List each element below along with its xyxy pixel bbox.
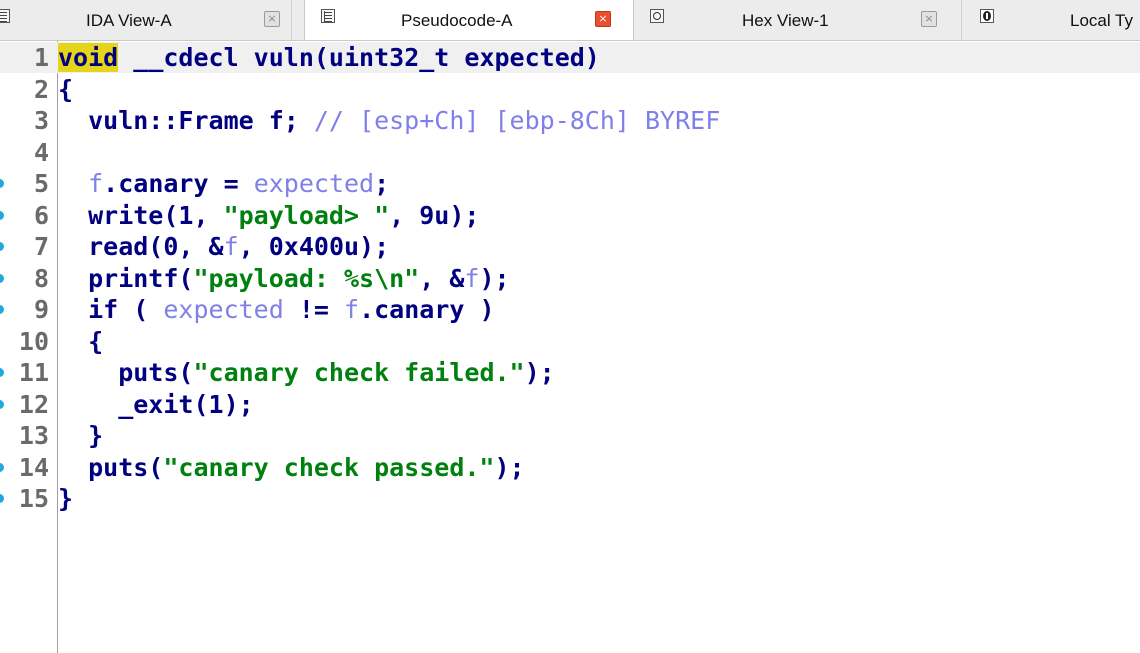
listing-icon — [0, 9, 10, 23]
code-token: read(0, & — [58, 232, 224, 261]
code-token: , 0x400u); — [238, 232, 390, 261]
close-icon[interactable]: × — [921, 11, 937, 27]
pseudocode-editor[interactable]: 1 void __cdecl vuln(uint32_t expected) 2{3… — [0, 41, 1140, 653]
code-text: puts("canary check passed."); — [58, 452, 525, 483]
code-token: ; — [374, 169, 390, 198]
code-text: f.canary = expected; — [58, 168, 389, 199]
code-token: puts( — [58, 358, 194, 387]
code-line[interactable]: 11 puts("canary check failed."); — [0, 357, 1140, 388]
code-line[interactable]: 14 puts("canary check passed."); — [0, 452, 1140, 483]
code-line[interactable]: 13 } — [0, 420, 1140, 451]
line-number: 10 — [18, 326, 49, 356]
code-text: } — [58, 420, 103, 451]
code-token: __cdecl vuln(uint32_t expected) — [118, 43, 600, 72]
tab-label: Hex View-1 — [742, 11, 829, 30]
listing-icon — [321, 9, 335, 23]
code-token: printf( — [58, 263, 194, 293]
line-number: 7 — [33, 232, 49, 261]
tab-ida-view-a[interactable]: IDA View-A × — [0, 0, 292, 40]
code-text: _exit(1); — [58, 389, 254, 420]
code-token: write(1, — [58, 200, 224, 230]
tab-hex-view-1[interactable]: Hex View-1 × — [634, 0, 962, 40]
code-text: read(0, &f, 0x400u); — [58, 231, 389, 262]
code-token: != — [283, 295, 344, 324]
string-literal: "canary check passed." — [163, 452, 495, 482]
code-line[interactable]: 4 — [0, 137, 1140, 168]
code-token: { — [58, 74, 74, 104]
code-token: { — [58, 326, 104, 356]
code-line[interactable]: 12 _exit(1); — [0, 389, 1140, 420]
code-token: , 9u); — [389, 200, 480, 230]
local-variable[interactable]: f — [224, 232, 239, 261]
local-variable[interactable]: f — [344, 295, 359, 324]
local-variable[interactable]: f — [464, 264, 479, 293]
local-variable[interactable]: expected — [163, 295, 283, 324]
line-number: 8 — [33, 263, 49, 293]
code-line[interactable]: 1 void __cdecl vuln(uint32_t expected) — [0, 42, 1140, 73]
tab-label: IDA View-A — [86, 11, 172, 30]
tab-local-types[interactable]: Local Ty — [962, 0, 1140, 40]
code-token: _exit(1); — [58, 389, 254, 419]
line-number: 15 — [18, 484, 49, 513]
tab-label: Pseudocode-A — [401, 11, 513, 30]
line-number: 13 — [18, 421, 49, 450]
code-text: } — [58, 483, 73, 514]
code-text: void __cdecl vuln(uint32_t expected) — [58, 42, 600, 73]
code-line[interactable]: 2{ — [0, 74, 1140, 105]
code-comment: // [esp+Ch] [ebp-8Ch] BYREF — [313, 106, 721, 135]
line-number: 1 — [33, 43, 49, 72]
code-line[interactable]: 5 f.canary = expected; — [0, 168, 1140, 199]
code-text: printf("payload: %s\n", &f); — [58, 263, 510, 294]
line-number: 14 — [18, 452, 49, 482]
code-line[interactable]: 3 vuln::Frame f; // [esp+Ch] [ebp-8Ch] B… — [0, 105, 1140, 136]
code-token: ); — [494, 452, 525, 482]
code-line[interactable]: 7 read(0, &f, 0x400u); — [0, 231, 1140, 262]
code-token: .canary ) — [359, 295, 495, 324]
local-variable[interactable]: expected — [254, 169, 374, 198]
code-text: if ( expected != f.canary ) — [58, 294, 495, 325]
code-text: { — [58, 74, 73, 105]
tab-label: Local Ty — [1070, 11, 1134, 30]
code-text: puts("canary check failed."); — [58, 357, 555, 388]
line-number: 9 — [33, 295, 49, 324]
code-line[interactable]: 8 printf("payload: %s\n", &f); — [0, 263, 1140, 294]
code-token: vuln::Frame f; — [58, 106, 314, 135]
string-literal: "canary check failed." — [193, 358, 525, 387]
string-literal: "payload: %s\n" — [193, 263, 420, 293]
hex-view-icon — [650, 9, 664, 23]
line-number: 3 — [33, 106, 49, 135]
line-number: 5 — [33, 169, 49, 198]
code-line[interactable]: 6 write(1, "payload> ", 9u); — [0, 200, 1140, 231]
code-text: { — [58, 326, 103, 357]
close-icon[interactable]: × — [595, 11, 611, 27]
code-token: ); — [524, 358, 555, 387]
tab-bar: IDA View-A × Pseudocode-A × Hex View-1 ×… — [0, 0, 1140, 41]
code-line[interactable]: 10 { — [0, 326, 1140, 357]
line-number: 11 — [18, 358, 49, 387]
local-variable[interactable]: f — [88, 169, 103, 198]
code-token: } — [58, 484, 74, 513]
code-token: .canary = — [103, 169, 254, 198]
code-line[interactable]: 15} — [0, 483, 1140, 514]
cursor-highlight: void — [58, 43, 119, 72]
string-literal: "payload> " — [223, 200, 390, 230]
code-token: puts( — [58, 452, 164, 482]
line-number: 6 — [33, 200, 49, 230]
code-token: ); — [479, 263, 510, 293]
code-text: vuln::Frame f; // [esp+Ch] [ebp-8Ch] BYR… — [58, 105, 720, 136]
tab-pseudocode-a[interactable]: Pseudocode-A × — [304, 0, 634, 40]
code-line[interactable]: 9 if ( expected != f.canary ) — [0, 294, 1140, 325]
code-token: } — [58, 421, 104, 450]
code-token: , & — [419, 263, 465, 293]
code-token: if ( — [58, 295, 164, 324]
line-number: 12 — [18, 389, 49, 419]
close-icon[interactable]: × — [264, 11, 280, 27]
line-number: 2 — [33, 74, 49, 104]
line-number: 4 — [33, 137, 49, 167]
code-text: write(1, "payload> ", 9u); — [58, 200, 479, 231]
local-types-icon — [980, 9, 994, 23]
